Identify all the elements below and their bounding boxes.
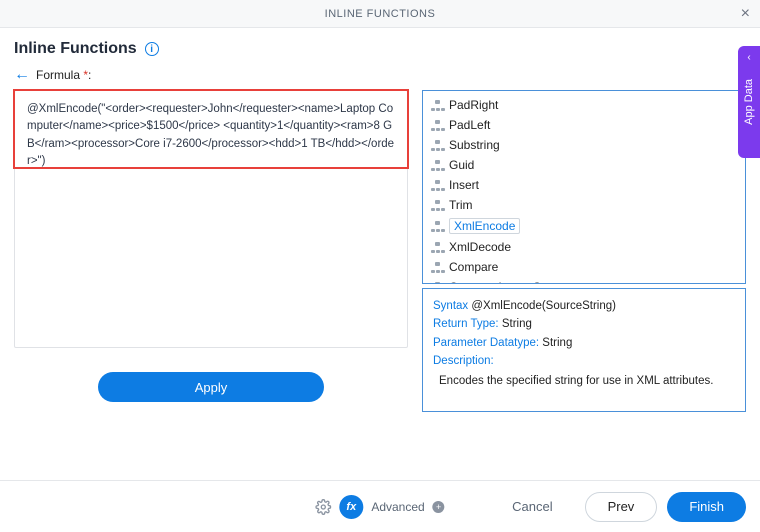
return-row: Return Type: String (433, 315, 735, 333)
tree-icon (431, 262, 444, 273)
tree-icon (431, 221, 444, 232)
close-icon[interactable]: × (741, 5, 750, 23)
apply-button[interactable]: Apply (98, 372, 324, 402)
function-name: PadRight (449, 98, 498, 112)
function-item-substring[interactable]: Substring (429, 135, 739, 155)
info-icon[interactable]: i (145, 42, 159, 56)
function-item-trim[interactable]: Trim (429, 195, 739, 215)
tree-icon (431, 200, 444, 211)
top-bar: INLINE FUNCTIONS × (0, 0, 760, 28)
side-tab-label: App Data (743, 79, 755, 125)
page-title: Inline Functions (14, 40, 137, 58)
page-header: Inline Functions i (0, 28, 760, 66)
formula-label-row: ← Formula *: (0, 66, 760, 90)
tree-icon (431, 100, 444, 111)
function-item-guid[interactable]: Guid (429, 155, 739, 175)
function-item-compareignorecase[interactable]: CompareIgnoreCase (429, 277, 739, 284)
tree-icon (431, 242, 444, 253)
function-item-xmlencode[interactable]: XmlEncode (429, 215, 739, 237)
tree-icon (431, 282, 444, 285)
function-name: XmlDecode (449, 240, 511, 254)
function-name: Substring (449, 138, 500, 152)
tree-icon (431, 180, 444, 191)
function-details: Syntax @XmlEncode(SourceString) Return T… (422, 288, 746, 412)
cancel-button[interactable]: Cancel (490, 492, 574, 522)
desc-text: Encodes the specified string for use in … (433, 373, 735, 390)
side-tab-app-data[interactable]: ‹ App Data (738, 46, 760, 158)
function-name: CompareIgnoreCase (449, 280, 560, 284)
function-item-xmldecode[interactable]: XmlDecode (429, 237, 739, 257)
desc-label: Description: (433, 352, 735, 370)
gear-icon[interactable] (315, 499, 331, 515)
advanced-label: Advanced (371, 500, 424, 514)
formula-text: @XmlEncode("<order><requester>John</requ… (15, 91, 407, 180)
right-column: PadRight PadLeft Substring Guid Insert Trim Xm… (422, 90, 746, 412)
left-column: @XmlEncode("<order><requester>John</requ… (14, 90, 408, 412)
function-item-insert[interactable]: Insert (429, 175, 739, 195)
function-name: Insert (449, 178, 479, 192)
prev-button[interactable]: Prev (585, 492, 658, 522)
syntax-row: Syntax @XmlEncode(SourceString) (433, 297, 735, 315)
finish-button[interactable]: Finish (667, 492, 746, 522)
function-name: Guid (449, 158, 474, 172)
footer: fx Advanced + Cancel Prev Finish (0, 480, 760, 532)
tree-icon (431, 160, 444, 171)
formula-label: Formula *: (36, 68, 91, 82)
param-row: Parameter Datatype: String (433, 334, 735, 352)
function-item-padleft[interactable]: PadLeft (429, 115, 739, 135)
back-arrow-icon[interactable]: ← (14, 66, 30, 84)
fx-icon[interactable]: fx (339, 495, 363, 519)
formula-input[interactable]: @XmlEncode("<order><requester>John</requ… (14, 90, 408, 348)
top-title: INLINE FUNCTIONS (325, 8, 436, 20)
plus-icon[interactable]: + (433, 501, 445, 513)
function-name: XmlEncode (449, 218, 520, 234)
function-list[interactable]: PadRight PadLeft Substring Guid Insert Trim Xm… (422, 90, 746, 284)
tree-icon (431, 120, 444, 131)
function-item-compare[interactable]: Compare (429, 257, 739, 277)
function-name: Trim (449, 198, 473, 212)
footer-center: fx Advanced + (315, 495, 444, 519)
function-name: PadLeft (449, 118, 490, 132)
tree-icon (431, 140, 444, 151)
function-item-padright[interactable]: PadRight (429, 95, 739, 115)
function-name: Compare (449, 260, 498, 274)
chevron-left-icon: ‹ (747, 52, 750, 63)
